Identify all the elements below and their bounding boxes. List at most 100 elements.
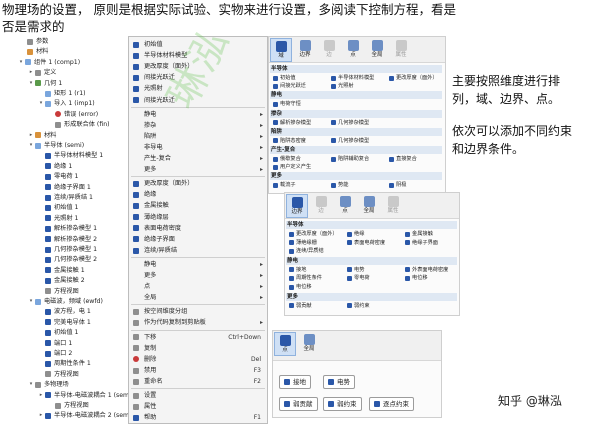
tree-item[interactable]: 周期性条件 1 [38, 358, 91, 369]
ribbon-item[interactable]: 用户定义产生 [273, 163, 311, 171]
expand-arrow-icon[interactable]: ▾ [28, 78, 34, 89]
tree-item[interactable]: ▾ 组件 1 (comp1) [18, 57, 80, 68]
tree-item[interactable]: ▾ 电磁波，频域 (ewfd) [28, 296, 103, 307]
ribbon-item[interactable]: 阴极 [389, 181, 406, 189]
ribbon-item[interactable]: 金属接触 [405, 230, 433, 238]
tree-item[interactable]: 光照射 1 [38, 213, 78, 224]
ribbon-item[interactable]: 陷阱态密度 [273, 137, 306, 145]
menu-item[interactable]: 属性 [129, 401, 267, 413]
ribbon-item[interactable]: 绝缘子界面 [405, 239, 438, 247]
tree-item[interactable]: ▸ 半导体-电磁波耦合 2 (sem [38, 410, 129, 421]
menu-item[interactable]: 全局 ▸ [129, 292, 267, 304]
menu-item[interactable]: 重命名 F2 [129, 376, 267, 388]
ribbon-item[interactable]: 间接光跃迁 [273, 82, 306, 90]
expand-arrow-icon[interactable]: ▸ [28, 130, 34, 141]
menu-item[interactable]: 帮助 F1 [129, 412, 267, 423]
tree-item[interactable]: 方程视图 [38, 369, 79, 380]
constraint-chip[interactable]: 弱约束 [323, 397, 362, 411]
tree-item[interactable]: ▾ 半导体 (semi) [28, 140, 84, 151]
ribbon-item[interactable]: 半导体材料模型 [331, 74, 374, 82]
expand-arrow-icon[interactable]: ▾ [38, 98, 44, 109]
menu-item[interactable]: 表面电荷密度 [129, 223, 267, 235]
menu-item[interactable]: 下移 Ctrl+Down [129, 332, 267, 344]
ribbon-button[interactable]: 点 [342, 38, 364, 62]
expand-arrow-icon[interactable]: ▾ [28, 379, 34, 390]
constraint-chip[interactable]: 弱贡献 [279, 397, 318, 411]
menu-item[interactable]: 金属接触 [129, 200, 267, 212]
tree-item[interactable]: 解析掺杂模型 1 [38, 223, 97, 234]
ribbon-button[interactable]: 属性 [382, 194, 404, 218]
ribbon-button[interactable]: 点 [334, 194, 356, 218]
ribbon-item[interactable]: 外表面电荷密度 [405, 266, 448, 274]
ribbon-button[interactable]: 全局 [358, 194, 380, 218]
menu-item[interactable]: 陷阱 ▸ [129, 131, 267, 143]
ribbon-item[interactable]: 电位移 [405, 274, 428, 282]
ribbon-item[interactable]: 几何掺杂模型 [331, 137, 369, 145]
tree-item[interactable]: 几何掺杂模型 2 [38, 254, 97, 265]
menu-item[interactable]: 更改厚度（面外） [129, 178, 267, 190]
ribbon-item[interactable]: 电荷守恒 [273, 100, 301, 108]
ribbon-item[interactable]: 表面电荷密度 [347, 239, 385, 247]
expand-arrow-icon[interactable]: ▸ [28, 67, 34, 78]
menu-item[interactable]: 薄绝缘层 [129, 212, 267, 224]
tree-item[interactable]: ▸ 半导体-电磁波耦合 1 (sem [38, 390, 129, 401]
tree-item[interactable]: 完美电导体 1 [38, 317, 91, 328]
menu-item[interactable]: 静电 ▸ [129, 259, 267, 271]
ribbon-item[interactable]: 电位移 [289, 283, 312, 291]
expand-arrow-icon[interactable]: ▾ [18, 57, 24, 68]
constraint-chip[interactable]: 接地 [279, 375, 311, 389]
expand-arrow-icon[interactable]: ▸ [38, 390, 44, 401]
menu-item[interactable]: 绝缘子界面 [129, 234, 267, 246]
tree-item[interactable]: 参数 [20, 36, 48, 47]
ribbon-item[interactable]: 弱约束 [347, 302, 370, 310]
ribbon-item[interactable]: 初始值 [273, 74, 296, 82]
tree-item[interactable]: ▾ 几何 1 [28, 78, 63, 89]
constraint-chip[interactable]: 电势 [323, 375, 355, 389]
tree-item[interactable]: 矩形 1 (r1) [38, 88, 86, 99]
tree-item[interactable]: 绝缘子界面 1 [38, 182, 91, 193]
tree-item[interactable]: 绝缘 1 [38, 161, 72, 172]
ribbon-item[interactable]: 弱贡献 [289, 302, 312, 310]
expand-arrow-icon[interactable]: ▾ [28, 296, 34, 307]
menu-item[interactable]: 产生-复合 ▸ [129, 153, 267, 165]
ribbon-item[interactable]: 更改厚度（面外） [389, 74, 438, 82]
ribbon-button[interactable]: 边 [310, 194, 332, 218]
menu-item[interactable]: 作为代码复制到剪贴板 ▸ [129, 317, 267, 329]
tree-item[interactable]: ▸ 定义 [28, 67, 57, 78]
ribbon-button[interactable]: 边界 [286, 194, 308, 218]
ribbon-item[interactable]: 势能 [331, 181, 348, 189]
menu-item[interactable]: 设置 [129, 390, 267, 402]
menu-item[interactable]: 更多 ▸ [129, 270, 267, 282]
tree-item[interactable]: 金属接触 2 [38, 275, 85, 286]
ribbon-item[interactable]: 更改厚度（面外） [289, 230, 338, 238]
menu-item[interactable]: 更多 ▸ [129, 164, 267, 176]
tree-item[interactable]: ▾ 多物理场 [28, 379, 69, 390]
expand-arrow-icon[interactable]: ▾ [28, 140, 34, 151]
menu-item[interactable]: 按空间维度分组 [129, 306, 267, 318]
expand-arrow-icon[interactable]: ▸ [38, 410, 44, 421]
tree-item[interactable]: 错误 (error) [48, 109, 98, 120]
constraint-chip[interactable]: 逐点约束 [369, 397, 414, 411]
ribbon-button[interactable]: 域 [270, 38, 292, 62]
ribbon-item[interactable]: 薄绝缘栅 [289, 239, 317, 247]
tree-item[interactable]: 方程视图 [48, 400, 89, 411]
ribbon-item[interactable]: 解析掺杂模型 [273, 119, 311, 127]
tree-item[interactable]: 金属接触 1 [38, 265, 85, 276]
tree-item[interactable]: 初始值 1 [38, 327, 78, 338]
tree-item[interactable]: 形成联合体 (fin) [48, 119, 110, 130]
ribbon-button[interactable]: 全局 [366, 38, 388, 62]
ribbon-button[interactable]: 点 [274, 332, 296, 356]
ribbon-item[interactable]: 直接复合 [389, 155, 417, 163]
ribbon-item[interactable]: 连续/异质结 [289, 247, 324, 255]
tree-item[interactable]: 零电荷 1 [38, 171, 78, 182]
menu-item[interactable]: 掺杂 ▸ [129, 120, 267, 132]
ribbon-item[interactable]: 俄歇复合 [273, 155, 301, 163]
tree-item[interactable]: 连续/异质结 1 [38, 192, 93, 203]
tree-item[interactable]: 端口 2 [38, 348, 72, 359]
tree-item[interactable]: 解析掺杂模型 2 [38, 234, 97, 245]
ribbon-button[interactable]: 全局 [298, 332, 320, 356]
ribbon-item[interactable]: 绝缘 [347, 230, 364, 238]
ribbon-item[interactable]: 陷阱辅助复合 [331, 155, 369, 163]
ribbon-item[interactable]: 周期性条件 [289, 274, 322, 282]
menu-item[interactable]: 连续/异质结 [129, 245, 267, 257]
